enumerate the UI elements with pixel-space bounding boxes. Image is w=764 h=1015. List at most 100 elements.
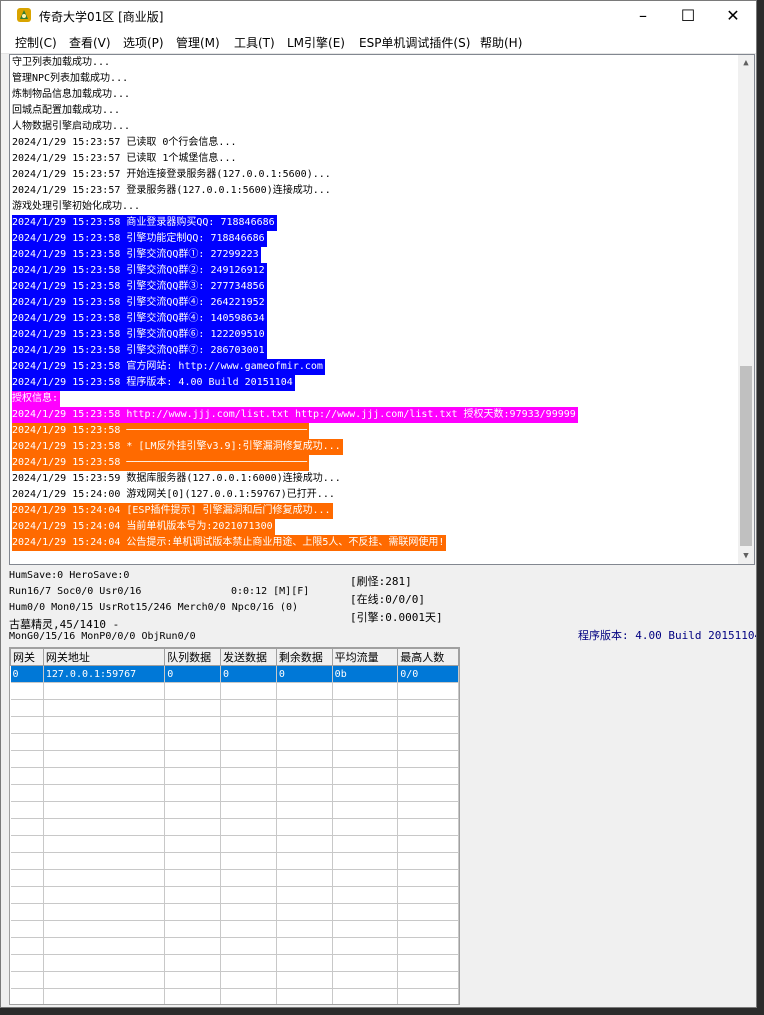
table-row[interactable] bbox=[10, 920, 459, 938]
column-header[interactable]: 发送数据 bbox=[220, 648, 277, 666]
table-row[interactable] bbox=[10, 971, 459, 989]
table-cell bbox=[220, 750, 277, 768]
scroll-thumb[interactable] bbox=[740, 366, 752, 546]
table-cell bbox=[10, 886, 44, 904]
table-cell bbox=[220, 699, 277, 717]
table-row[interactable] bbox=[10, 699, 459, 717]
log-panel[interactable]: 守卫列表加载成功... 管理NPC列表加载成功... 炼制物品信息加载成功... 回城… bbox=[9, 54, 755, 565]
table-cell bbox=[10, 835, 44, 853]
log-line: 2024/1/29 15:23:57 开始连接登录服务器(127.0.0.1:5… bbox=[12, 167, 578, 183]
log-line: 炼制物品信息加载成功... bbox=[12, 87, 578, 103]
table-cell bbox=[10, 903, 44, 921]
table-row[interactable] bbox=[10, 801, 459, 819]
scroll-down-icon[interactable]: ▼ bbox=[738, 548, 754, 564]
table-cell: 0/0 bbox=[397, 665, 459, 683]
status-save: HumSave:0 HeroSave:0 bbox=[9, 570, 130, 581]
table-cell bbox=[164, 733, 222, 751]
column-header[interactable]: 平均流量 bbox=[331, 648, 399, 666]
close-button[interactable]: ✕ bbox=[710, 1, 756, 31]
title-bar[interactable]: 传奇大学01区 [商业版] – ☐ ✕ bbox=[1, 1, 756, 31]
table-cell bbox=[397, 852, 459, 870]
log-line: 人物数据引擎启动成功... bbox=[12, 119, 578, 135]
table-row[interactable] bbox=[10, 954, 459, 972]
table-cell bbox=[220, 716, 277, 734]
log-line: 2024/1/29 15:23:57 已读取 0个行会信息... bbox=[12, 135, 578, 151]
table-cell bbox=[276, 818, 333, 836]
table-cell bbox=[43, 869, 166, 887]
table-cell bbox=[276, 716, 333, 734]
table-row[interactable] bbox=[10, 903, 459, 921]
table-row[interactable] bbox=[10, 818, 459, 836]
table-cell: 0 bbox=[164, 665, 222, 683]
menu-control[interactable]: 控制(C) bbox=[15, 34, 57, 51]
table-cell bbox=[220, 954, 277, 972]
log-line: 2024/1/29 15:23:57 登录服务器(127.0.0.1:5600)… bbox=[12, 183, 578, 199]
menu-esp-plugin[interactable]: ESP单机调试插件(S) bbox=[359, 34, 470, 51]
table-row[interactable] bbox=[10, 784, 459, 802]
table-cell bbox=[220, 784, 277, 802]
minimize-button[interactable]: – bbox=[620, 1, 666, 31]
column-header[interactable]: 最高人数 bbox=[397, 648, 459, 666]
menu-view[interactable]: 查看(V) bbox=[69, 34, 111, 51]
table-row[interactable] bbox=[10, 886, 459, 904]
log-line-text: 2024/1/29 15:23:57 已读取 0个行会信息... bbox=[12, 137, 237, 148]
table-cell bbox=[397, 784, 459, 802]
maximize-button[interactable]: ☐ bbox=[665, 1, 711, 31]
table-row[interactable] bbox=[10, 716, 459, 734]
table-row[interactable] bbox=[10, 988, 459, 1004]
table-cell bbox=[332, 988, 399, 1004]
log-line-text: 2024/1/29 15:23:57 已读取 1个城堡信息... bbox=[12, 153, 237, 164]
log-line: 守卫列表加载成功... bbox=[12, 55, 578, 71]
table-cell bbox=[164, 954, 222, 972]
table-cell bbox=[332, 784, 399, 802]
app-logo-icon bbox=[17, 8, 31, 22]
menu-lm-engine[interactable]: LM引擎(E) bbox=[287, 34, 345, 51]
table-row[interactable] bbox=[10, 767, 459, 785]
column-header[interactable]: 网关地址 bbox=[42, 648, 166, 666]
table-cell bbox=[10, 784, 44, 802]
menu-help[interactable]: 帮助(H) bbox=[480, 34, 522, 51]
column-header[interactable]: 剩余数据 bbox=[275, 648, 333, 666]
gateway-table[interactable]: 网关 网关地址 队列数据 发送数据 剩余数据 平均流量 最高人数 0 127.0.0.1:59… bbox=[9, 647, 460, 1005]
status-panel: HumSave:0 HeroSave:0 Run16/7 Soc0/0 Usr0… bbox=[9, 568, 756, 646]
table-cell bbox=[332, 920, 399, 938]
log-line-text: 2024/1/29 15:23:58 引擎交流QQ群①: 27299223 bbox=[12, 247, 261, 263]
log-line-text: 2024/1/29 15:23:58 引擎交流QQ群⑥: 122209510 bbox=[12, 327, 267, 343]
menu-tools[interactable]: 工具(T) bbox=[234, 34, 275, 51]
table-cell bbox=[43, 988, 166, 1004]
table-row[interactable] bbox=[10, 682, 459, 700]
table-row[interactable] bbox=[10, 733, 459, 751]
table-cell bbox=[397, 750, 459, 768]
menu-manage[interactable]: 管理(M) bbox=[176, 34, 220, 51]
log-scrollbar[interactable]: ▲ ▼ bbox=[738, 55, 754, 564]
table-row[interactable]: 0 127.0.0.1:59767 0 0 0 0b 0/0 bbox=[10, 665, 459, 683]
table-cell bbox=[332, 818, 399, 836]
column-header[interactable]: 队列数据 bbox=[164, 648, 222, 666]
table-cell bbox=[43, 954, 166, 972]
table-cell bbox=[276, 682, 333, 700]
column-header[interactable]: 网关 bbox=[10, 648, 44, 666]
menu-options[interactable]: 选项(P) bbox=[123, 34, 164, 51]
log-line: 2024/1/29 15:23:59 数据库服务器(127.0.0.1:6000… bbox=[12, 471, 578, 487]
table-row[interactable] bbox=[10, 750, 459, 768]
table-cell bbox=[276, 903, 333, 921]
log-line: 2024/1/29 15:23:58 ─────────────────────… bbox=[12, 455, 578, 471]
table-row[interactable] bbox=[10, 835, 459, 853]
table-cell bbox=[220, 937, 277, 955]
table-row[interactable] bbox=[10, 869, 459, 887]
log-line: 2024/1/29 15:23:58 引擎功能定制QQ: 718846686 bbox=[12, 231, 578, 247]
table-cell bbox=[164, 835, 222, 853]
log-line-text: 游戏处理引擎初始化成功... bbox=[12, 201, 141, 212]
table-cell bbox=[164, 699, 222, 717]
table-cell bbox=[332, 886, 399, 904]
table-cell bbox=[276, 971, 333, 989]
table-cell bbox=[220, 835, 277, 853]
scroll-up-icon[interactable]: ▲ bbox=[738, 55, 754, 71]
table-cell bbox=[10, 818, 44, 836]
table-row[interactable] bbox=[10, 852, 459, 870]
table-row[interactable] bbox=[10, 937, 459, 955]
table-cell bbox=[332, 682, 399, 700]
log-lines: 守卫列表加载成功... 管理NPC列表加载成功... 炼制物品信息加载成功... 回城… bbox=[12, 55, 578, 551]
log-line-text: 2024/1/29 15:23:58 商业登录器购买QQ: 718846686 bbox=[12, 215, 277, 231]
log-line: 2024/1/29 15:23:58 引擎交流QQ群④: 264221952 bbox=[12, 295, 578, 311]
